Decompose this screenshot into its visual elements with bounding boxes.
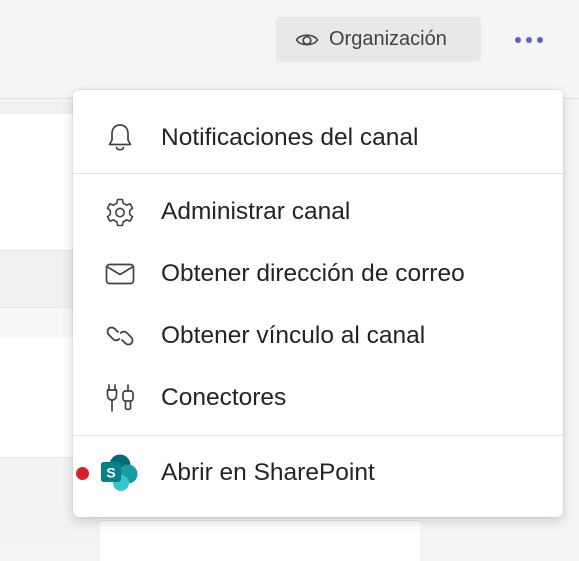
visibility-button[interactable]: Organización	[276, 17, 481, 62]
menu-item-get-link[interactable]: Obtener vínculo al canal	[73, 308, 563, 364]
channel-options-menu: Notificaciones del canal Administrar can…	[73, 90, 563, 517]
menu-item-connectors[interactable]: Conectores	[73, 370, 563, 426]
link-icon	[103, 319, 137, 353]
menu-item-label: Abrir en SharePoint	[161, 459, 375, 486]
sharepoint-icon: S	[99, 453, 139, 493]
bell-icon	[103, 121, 137, 155]
menu-item-notifications[interactable]: Notificaciones del canal	[73, 110, 563, 166]
background-card	[100, 520, 420, 561]
more-options-icon	[513, 37, 546, 43]
menu-item-label: Administrar canal	[161, 198, 351, 225]
visibility-label: Organización	[329, 28, 447, 50]
menu-item-open-sharepoint[interactable]: S Abrir en SharePoint	[73, 445, 563, 501]
menu-item-label: Obtener dirección de correo	[161, 260, 465, 287]
menu-item-manage-channel[interactable]: Administrar canal	[73, 184, 563, 240]
unread-dot	[76, 466, 89, 480]
menu-divider	[73, 173, 563, 174]
menu-item-label: Obtener vínculo al canal	[161, 322, 426, 349]
eye-icon	[294, 27, 320, 53]
svg-text:S: S	[106, 465, 115, 481]
channel-header: Organización	[0, 0, 579, 98]
gear-icon	[103, 195, 137, 229]
mail-icon	[103, 257, 137, 291]
menu-divider	[73, 435, 563, 436]
more-options-button[interactable]	[505, 18, 553, 62]
menu-item-get-email[interactable]: Obtener dirección de correo	[73, 246, 563, 302]
connectors-icon	[103, 381, 137, 415]
menu-item-label: Conectores	[161, 384, 287, 411]
menu-item-label: Notificaciones del canal	[161, 124, 419, 151]
